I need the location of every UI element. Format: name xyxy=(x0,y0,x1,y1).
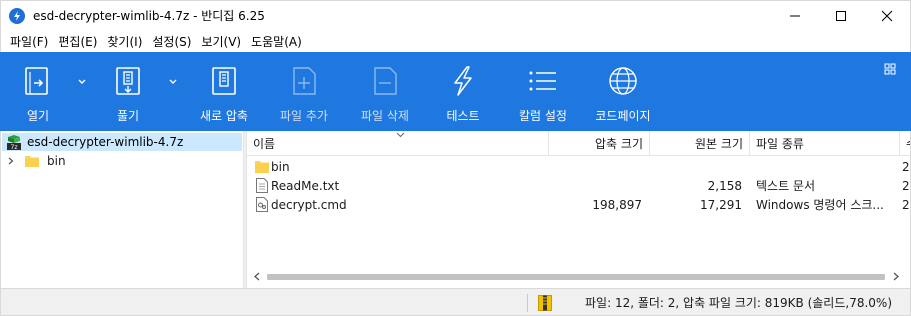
scrollbar-thumb[interactable] xyxy=(267,274,885,280)
table-row[interactable]: decrypt.cmd 198,897 17,291 Windows 명령어 스… xyxy=(247,195,910,214)
column-header-type[interactable]: 파일 종류 xyxy=(750,131,900,156)
row-extra: 2 xyxy=(902,178,910,193)
row-name: bin xyxy=(271,159,290,174)
close-button[interactable] xyxy=(864,1,910,31)
tree-root-label: esd-decrypter-wimlib-4.7z xyxy=(27,135,184,149)
minimize-icon xyxy=(790,15,800,17)
column-size-label: 원본 크기 xyxy=(695,137,743,151)
row-extra: 2 xyxy=(902,197,910,212)
scroll-right-icon[interactable] xyxy=(892,272,900,281)
menu-help[interactable]: 도움말(A) xyxy=(246,33,307,50)
row-name: ReadMe.txt xyxy=(271,178,340,193)
open-button[interactable]: 열기 xyxy=(18,52,58,131)
column-settings-icon xyxy=(526,64,560,98)
new-archive-label: 새로 압축 xyxy=(200,109,248,123)
bandizip-app-icon xyxy=(9,7,25,24)
column-header-extra[interactable]: 수 xyxy=(900,131,910,156)
codepage-icon xyxy=(606,64,640,98)
column-header-packed[interactable]: 압축 크기 xyxy=(549,131,650,156)
menu-settings[interactable]: 설정(S) xyxy=(147,33,196,50)
minimize-button[interactable] xyxy=(772,1,818,31)
text-file-icon xyxy=(256,178,268,193)
file-list: 이름 압축 크기 원본 크기 파일 종류 수 bin 2 ReadMe.txt … xyxy=(247,131,911,288)
delete-file-label: 파일 삭제 xyxy=(361,109,409,123)
row-size: 17,291 xyxy=(700,197,742,212)
column-settings-label: 칼럼 설정 xyxy=(519,109,567,123)
scroll-left-icon[interactable] xyxy=(253,272,261,281)
zip-icon xyxy=(538,295,552,311)
row-name: decrypt.cmd xyxy=(271,197,347,212)
row-size: 2,158 xyxy=(707,178,742,193)
add-file-icon xyxy=(287,64,321,98)
title-bar: esd-decrypter-wimlib-4.7z - 반디집 6.25 xyxy=(0,0,911,30)
maximize-icon xyxy=(836,11,846,21)
close-icon xyxy=(881,10,893,22)
menu-find[interactable]: 찾기(I) xyxy=(102,33,147,50)
menu-edit[interactable]: 편집(E) xyxy=(53,33,102,50)
column-settings-button[interactable]: 칼럼 설정 xyxy=(513,52,573,131)
tree-root-archive[interactable]: 7z esd-decrypter-wimlib-4.7z xyxy=(2,133,242,151)
open-icon xyxy=(21,64,55,98)
folder-tree: 7z esd-decrypter-wimlib-4.7z bin xyxy=(0,131,243,288)
delete-file-icon xyxy=(368,64,402,98)
test-icon xyxy=(446,64,480,98)
maximize-button[interactable] xyxy=(818,1,864,31)
menu-file[interactable]: 파일(F) xyxy=(5,33,53,50)
row-extra: 2 xyxy=(902,159,910,174)
add-file-button[interactable]: 파일 추가 xyxy=(274,52,334,131)
column-header-size[interactable]: 원본 크기 xyxy=(650,131,750,156)
folder-icon xyxy=(255,161,269,173)
cmd-file-icon xyxy=(256,197,268,212)
status-bar: 파일: 12, 폴더: 2, 압축 파일 크기: 819KB (솔리드,78.0… xyxy=(0,288,911,316)
view-layout-icon[interactable] xyxy=(884,63,896,75)
table-row[interactable]: ReadMe.txt 2,158 텍스트 문서 2 xyxy=(247,176,910,195)
extract-icon xyxy=(111,64,145,98)
test-label: 테스트 xyxy=(446,109,480,123)
toolbar: 열기 풀기 새로 압축 파일 추가 파일 삭제 테스트 칼럼 설정 코드페이지 xyxy=(0,52,911,131)
column-packed-label: 압축 크기 xyxy=(595,137,643,151)
tree-item-label: bin xyxy=(47,154,66,168)
extract-label: 풀기 xyxy=(116,109,140,123)
folder-icon xyxy=(25,156,39,167)
chevron-right-icon[interactable] xyxy=(7,157,15,165)
tree-item-bin[interactable]: bin xyxy=(7,152,66,170)
test-button[interactable]: 테스트 xyxy=(438,52,488,131)
sort-chevron-icon xyxy=(396,132,405,138)
column-type-label: 파일 종류 xyxy=(756,137,804,151)
menu-bar: 파일(F) 편집(E) 찾기(I) 설정(S) 보기(V) 도움말(A) xyxy=(0,30,911,52)
new-archive-button[interactable]: 새로 압축 xyxy=(194,52,254,131)
svg-text:7z: 7z xyxy=(11,144,18,150)
codepage-label: 코드페이지 xyxy=(595,109,651,123)
row-type: 텍스트 문서 xyxy=(756,179,816,193)
column-name-label: 이름 xyxy=(253,137,276,151)
status-text: 파일: 12, 폴더: 2, 압축 파일 크기: 819KB (솔리드,78.0… xyxy=(585,296,893,310)
row-type: Windows 명령어 스크... xyxy=(756,198,884,212)
menu-view[interactable]: 보기(V) xyxy=(196,33,246,50)
column-extra-label: 수 xyxy=(906,135,910,152)
window-title: esd-decrypter-wimlib-4.7z - 반디집 6.25 xyxy=(33,9,265,23)
7z-archive-icon: 7z xyxy=(6,134,22,151)
delete-file-button[interactable]: 파일 삭제 xyxy=(355,52,415,131)
column-header-row: 이름 압축 크기 원본 크기 파일 종류 수 xyxy=(247,131,910,156)
table-row[interactable]: bin 2 xyxy=(247,157,910,176)
row-packed: 198,897 xyxy=(592,197,642,212)
extract-button[interactable]: 풀기 xyxy=(108,52,148,131)
add-file-label: 파일 추가 xyxy=(280,109,328,123)
status-divider xyxy=(527,294,528,312)
horizontal-scrollbar[interactable] xyxy=(247,268,910,285)
open-dropdown-chevron-icon[interactable] xyxy=(77,78,87,86)
extract-dropdown-chevron-icon[interactable] xyxy=(168,78,178,86)
open-label: 열기 xyxy=(26,109,50,123)
codepage-button[interactable]: 코드페이지 xyxy=(591,52,655,131)
new-archive-icon xyxy=(207,64,241,98)
